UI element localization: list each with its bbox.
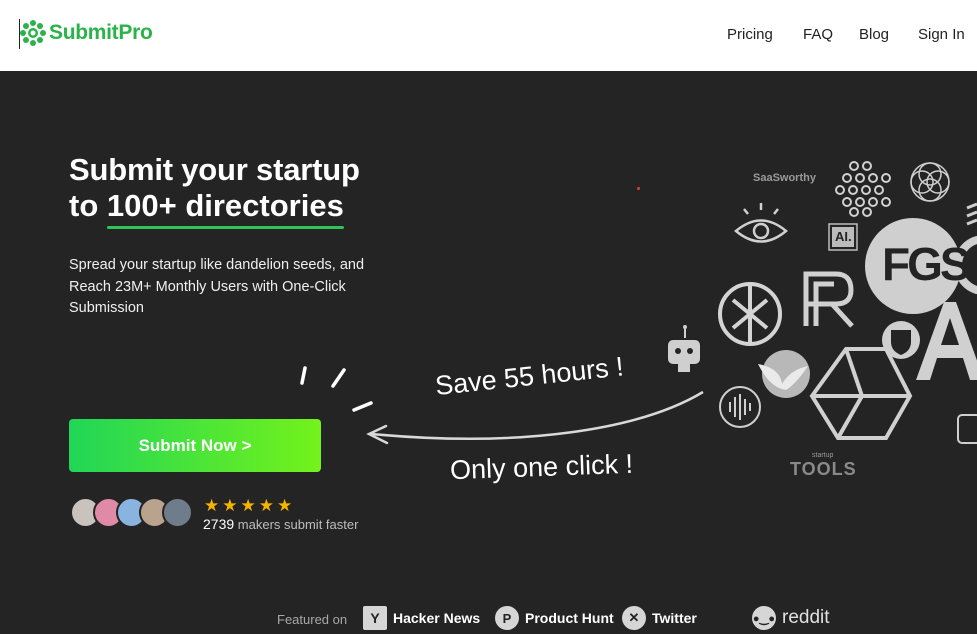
submit-now-button[interactable]: Submit Now > — [69, 419, 321, 472]
one-click-annotation: Only one click ! — [449, 448, 634, 486]
robot-logo-icon — [668, 325, 700, 372]
hero-title-line-1: Submit your startup — [69, 152, 360, 187]
hexagon-cube-logo-icon — [809, 347, 913, 440]
reddit-label: reddit — [782, 607, 830, 628]
startup-tools-small-text: startup — [812, 452, 834, 459]
top-nav-bar: SubmitPro Pricing FAQ Blog Sign In — [0, 0, 977, 71]
startup-tools-logo: startup TOOLS — [790, 452, 857, 480]
hero-title-prefix: to — [69, 188, 107, 223]
hero-title-line-2: to 100+ directories — [69, 188, 344, 229]
featured-twitter[interactable]: ✕ Twitter — [622, 606, 697, 630]
nav-link-faq[interactable]: FAQ — [803, 26, 833, 43]
featured-on-label: Featured on — [277, 612, 348, 627]
bird-logo-icon — [762, 350, 810, 398]
highlight-underline — [106, 226, 344, 229]
makers-count: 2739 — [203, 516, 235, 532]
makers-count-text: 2739 makers submit faster — [203, 516, 358, 532]
directory-logos-cluster — [668, 161, 977, 444]
arrow-head-icon — [366, 424, 389, 445]
hacker-news-label: Hacker News — [393, 610, 481, 626]
hero-subtitle: Spread your startup like dandelion seeds… — [69, 257, 365, 316]
dots-logo-icon — [835, 161, 891, 217]
save-hours-annotation: Save 55 hours ! — [433, 351, 625, 402]
x-twitter-icon: ✕ — [622, 606, 646, 630]
r-letter-logo-icon — [803, 271, 854, 328]
audio-wave-logo-icon — [719, 386, 761, 428]
saasworthy-logo: SaaSworthy — [753, 172, 816, 184]
hero-title-highlight: 100+ directories — [106, 188, 344, 229]
featured-product-hunt[interactable]: P Product Hunt — [495, 606, 614, 630]
startup-tools-text: TOOLS — [790, 459, 857, 479]
featured-reddit[interactable]: ●‿● reddit — [752, 606, 830, 630]
curved-arrow-icon — [371, 390, 704, 440]
sparkle-marks-icon — [300, 366, 373, 412]
rating-stars: ★★★★★ — [204, 496, 296, 515]
nav-link-blog[interactable]: Blog — [859, 26, 889, 43]
dandelion-logo-icon — [20, 20, 46, 46]
openai-logo-icon — [718, 282, 782, 346]
fgs-logo-text: FGS — [882, 238, 971, 290]
ai-logo-text: AI. — [835, 229, 852, 244]
geometric-flower-logo-icon — [910, 162, 950, 202]
nav-link-pricing[interactable]: Pricing — [727, 26, 773, 43]
brand-name: SubmitPro — [49, 21, 153, 44]
stack-logo-icon — [966, 202, 977, 226]
hacker-news-icon: Y — [363, 606, 387, 630]
nav-link-sign-in[interactable]: Sign In — [918, 26, 965, 43]
brand-logo[interactable]: SubmitPro — [20, 20, 153, 46]
product-hunt-icon: P — [495, 606, 519, 630]
shield-logo-icon — [882, 321, 920, 359]
hero-title-highlight-text: 100+ directories — [106, 188, 344, 223]
reddit-icon: ●‿● — [752, 606, 776, 630]
eye-logo-icon — [734, 203, 788, 243]
featured-hacker-news[interactable]: Y Hacker News — [363, 606, 480, 630]
product-hunt-label: Product Hunt — [525, 610, 614, 626]
a-letter-logo-icon — [916, 302, 977, 380]
decorative-dot — [637, 187, 640, 190]
twitter-label: Twitter — [652, 610, 697, 626]
makers-label: makers submit faster — [237, 517, 359, 532]
avatar — [162, 497, 193, 528]
user-avatars — [70, 497, 195, 529]
